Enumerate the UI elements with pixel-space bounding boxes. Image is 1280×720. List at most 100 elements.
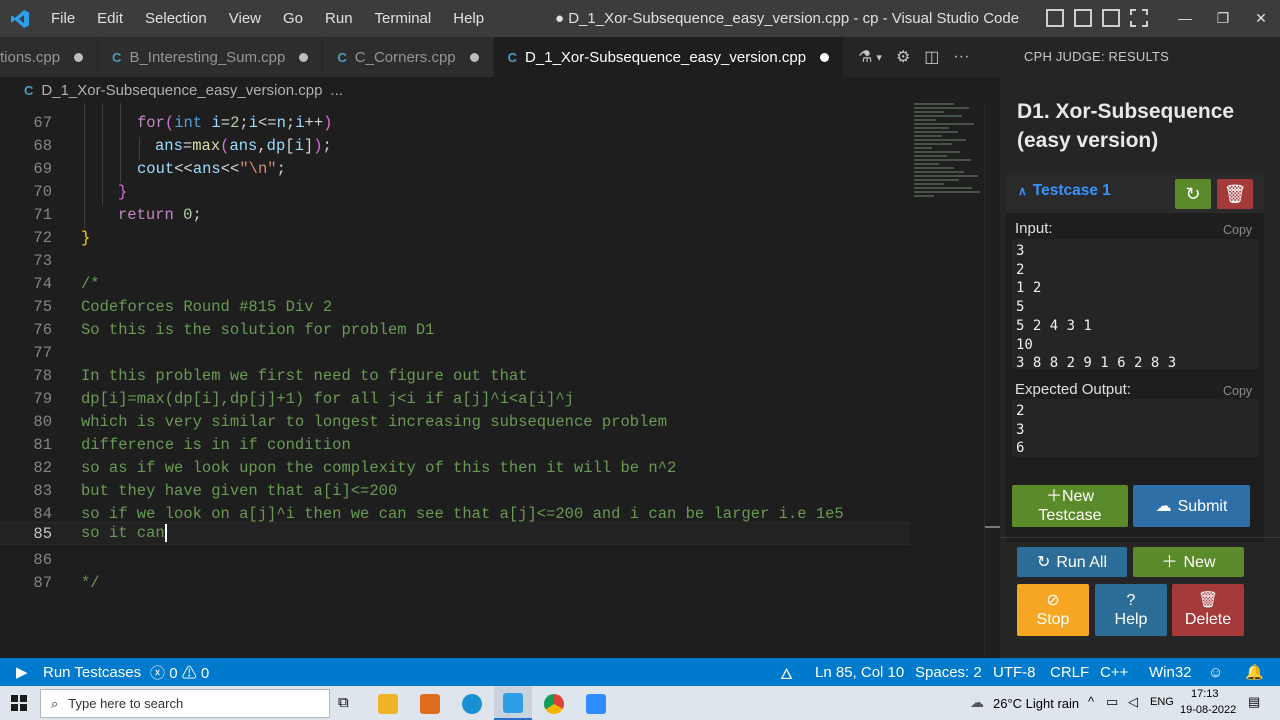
help-button[interactable]: ? Help: [1095, 584, 1167, 636]
editor-actions: ⚗ ▾ ⚙ ◫ ···: [844, 37, 969, 77]
sublime-text-icon[interactable]: [420, 694, 440, 714]
chevron-down-icon[interactable]: ▾: [876, 51, 882, 64]
tab-d1-xor-subsequence[interactable]: C D_1_Xor-Subsequence_easy_version.cpp: [493, 37, 845, 77]
cloud-upload-icon: ☁: [1155, 497, 1172, 515]
zoom-icon[interactable]: [586, 694, 606, 714]
code-line: 73: [0, 249, 910, 272]
rerun-testcase-button[interactable]: ↻: [1175, 179, 1211, 209]
testcase-header[interactable]: ∧ Testcase 1 ↻ 🗑: [1006, 173, 1264, 213]
delete-testcase-button[interactable]: 🗑: [1217, 179, 1253, 209]
input-language[interactable]: ENG: [1150, 696, 1174, 708]
close-button[interactable]: ✕: [1242, 0, 1280, 37]
vscode-taskbar-item[interactable]: [494, 686, 532, 720]
more-actions-icon[interactable]: ···: [953, 48, 969, 66]
cursor-position[interactable]: Ln 85, Col 10: [815, 664, 904, 681]
tab-label: C_Corners.cpp: [354, 48, 456, 66]
code-line: 71 return 0;: [0, 203, 910, 226]
restore-button[interactable]: ❐: [1204, 0, 1242, 37]
platform[interactable]: Win32: [1149, 664, 1192, 681]
tab-tions[interactable]: tions.cpp: [0, 37, 99, 77]
minimap[interactable]: [914, 103, 984, 223]
problems-indicator[interactable]: ⓧ 0 ⚠ 0: [150, 662, 209, 683]
taskbar-search-input[interactable]: ⌕ Type here to search: [40, 689, 330, 718]
code-text: So this is the solution for problem D1: [81, 320, 435, 339]
clock-date[interactable]: 19-08-2022: [1180, 704, 1236, 716]
code-text: Codeforces Round #815 Div 2: [81, 297, 333, 316]
run-all-button[interactable]: ↻ Run All: [1017, 547, 1127, 577]
editor-vertical-scrollbar[interactable]: [984, 103, 1001, 658]
minimize-button[interactable]: —: [1166, 0, 1204, 37]
chevron-up-icon[interactable]: ^: [1088, 694, 1094, 709]
menu-file[interactable]: File: [40, 0, 86, 37]
flame-icon[interactable]: 🜂: [780, 657, 793, 688]
remote-icon[interactable]: ▶: [16, 663, 28, 681]
task-view-icon[interactable]: ⧉: [338, 694, 349, 711]
testcase-label[interactable]: ∧ Testcase 1: [1018, 182, 1111, 200]
edge-browser-icon[interactable]: [462, 694, 482, 714]
toggle-panel-icon[interactable]: [1074, 9, 1092, 27]
menu-terminal[interactable]: Terminal: [364, 0, 443, 37]
indentation[interactable]: Spaces: 2: [915, 664, 982, 681]
code-line: 72 }: [0, 226, 910, 249]
new-testcase-button[interactable]: ＋New Testcase: [1012, 485, 1128, 527]
language-mode[interactable]: C++: [1100, 664, 1128, 681]
run-testcases-button[interactable]: Run Testcases: [43, 664, 141, 681]
plus-icon: ＋: [1045, 488, 1062, 505]
new-button[interactable]: ＋ New: [1133, 547, 1244, 577]
volume-icon[interactable]: ◁: [1128, 694, 1138, 710]
code-editor[interactable]: 67 for(int i=2;i<=n;i++) 68 ans=max(ans,…: [0, 103, 910, 658]
feedback-icon[interactable]: ☺: [1208, 664, 1223, 681]
cpp-file-icon: C: [24, 83, 34, 98]
code-line: 79 dp[i]=max(dp[i],dp[j]+1) for all j<i …: [0, 387, 910, 410]
tab-label: tions.cpp: [0, 48, 61, 66]
line-number: 69: [33, 159, 52, 178]
stop-button[interactable]: ⊘ Stop: [1017, 584, 1089, 636]
weather-text[interactable]: 26°C Light rain: [993, 696, 1079, 711]
unsaved-dot-icon[interactable]: [469, 52, 479, 62]
gear-icon[interactable]: ⚙: [896, 47, 910, 67]
toggle-secondary-sidebar-icon[interactable]: [1102, 9, 1120, 27]
menu-edit[interactable]: Edit: [86, 0, 134, 37]
delete-button[interactable]: 🗑 Delete: [1172, 584, 1244, 636]
submit-button[interactable]: ☁ Submit: [1133, 485, 1250, 527]
menu-go[interactable]: Go: [272, 0, 314, 37]
toggle-sidebar-icon[interactable]: [1046, 9, 1064, 27]
menu-view[interactable]: View: [218, 0, 272, 37]
menu-selection[interactable]: Selection: [134, 0, 218, 37]
copy-expected-button[interactable]: Copy: [1223, 384, 1252, 398]
notifications-icon[interactable]: ▤: [1248, 694, 1260, 710]
copy-input-button[interactable]: Copy: [1223, 223, 1252, 237]
menu-help[interactable]: Help: [442, 0, 495, 37]
line-number: 73: [33, 251, 52, 270]
input-textarea[interactable]: 3 2 1 2 5 5 2 4 3 1 10 3 8 8 2 9 1 6 2 8…: [1012, 239, 1258, 371]
encoding[interactable]: UTF-8: [993, 664, 1036, 681]
line-number: 85: [33, 524, 52, 543]
tab-b-interesting-sum[interactable]: C B_Interesting_Sum.cpp: [98, 37, 324, 77]
testcase-title: Testcase 1: [1032, 182, 1111, 199]
menu-run[interactable]: Run: [314, 0, 364, 37]
breadcrumb-ellipsis[interactable]: ...: [330, 77, 343, 103]
unsaved-dot-icon[interactable]: [820, 52, 830, 62]
problem-title: D1. Xor-Subsequence (easy version): [1017, 100, 1235, 152]
tab-c-corners[interactable]: C C_Corners.cpp: [323, 37, 494, 77]
unsaved-dot-icon[interactable]: [299, 52, 309, 62]
bell-icon[interactable]: 🔔: [1245, 663, 1264, 681]
windows-start-icon[interactable]: [11, 695, 27, 711]
scrollbar-thumb[interactable]: [985, 526, 1001, 528]
expected-output-textarea[interactable]: 2 3 6: [1012, 399, 1258, 457]
chrome-icon[interactable]: [544, 694, 564, 714]
network-icon[interactable]: ▭: [1106, 694, 1118, 710]
breadcrumb-file[interactable]: D_1_Xor-Subsequence_easy_version.cpp: [41, 77, 322, 103]
end-of-line[interactable]: CRLF: [1050, 664, 1089, 681]
clock-time[interactable]: 17:13: [1191, 688, 1219, 700]
customize-layout-icon[interactable]: [1130, 9, 1148, 27]
unsaved-dot-icon[interactable]: [74, 52, 84, 62]
split-editor-icon[interactable]: ◫: [924, 47, 939, 67]
file-explorer-icon[interactable]: [378, 694, 398, 714]
current-line: 85 so it can: [0, 522, 910, 545]
status-bar: ▶ Run Testcases ⓧ 0 ⚠ 0 🜂 Ln 85, Col 10 …: [0, 658, 1280, 686]
new-label: New: [1183, 553, 1216, 571]
chevron-up-icon: ∧: [1018, 184, 1027, 198]
run-debug-icon[interactable]: ⚗: [858, 47, 872, 67]
weather-icon[interactable]: ☁: [970, 694, 984, 711]
